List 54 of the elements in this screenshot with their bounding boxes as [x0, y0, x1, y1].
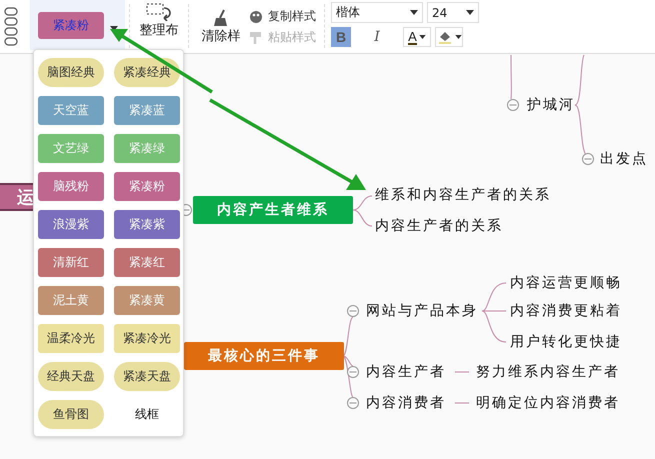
topic-text[interactable]: 用户转化更快捷: [510, 332, 622, 352]
font-size-value: 24: [432, 6, 448, 20]
collapse-icon[interactable]: [347, 305, 359, 317]
font-color-button[interactable]: A: [403, 27, 431, 47]
topic-text[interactable]: 护城河: [527, 95, 575, 115]
theme-option[interactable]: 脑残粉: [38, 172, 104, 201]
copy-style-button[interactable]: 复制样式: [268, 8, 316, 25]
connector-line: [510, 54, 512, 100]
theme-option[interactable]: 紧凑红: [114, 248, 180, 277]
theme-option[interactable]: 温柔冷光: [38, 324, 104, 353]
font-size-select[interactable]: 24: [427, 2, 479, 23]
theme-option[interactable]: 浪漫紫: [38, 210, 104, 239]
topic-text[interactable]: 内容消费者: [366, 393, 446, 413]
fill-color-button[interactable]: [435, 27, 463, 47]
italic-button[interactable]: I: [367, 27, 387, 47]
collapse-icon[interactable]: [582, 153, 594, 165]
topic-text[interactable]: 内容运营更顺畅: [510, 273, 622, 293]
arrange-icon[interactable]: [146, 3, 172, 21]
topic-text[interactable]: 努力维系内容生产者: [476, 362, 620, 382]
connector-line: [352, 196, 372, 226]
theme-option[interactable]: 紧凑紫: [114, 210, 180, 239]
theme-option[interactable]: 紧凑粉: [114, 172, 180, 201]
theme-option[interactable]: 紧凑冷光: [114, 324, 180, 353]
theme-option[interactable]: 紧凑经典: [114, 58, 180, 87]
caret-icon[interactable]: [418, 35, 426, 39]
topic-text[interactable]: 内容生产者: [366, 362, 446, 382]
palette-icon[interactable]: [249, 10, 263, 24]
topic-text[interactable]: 网站与产品本身: [366, 301, 478, 321]
topic-text[interactable]: 维系和内容生产者的关系: [375, 185, 551, 205]
caret-icon[interactable]: [454, 35, 462, 39]
broom-icon[interactable]: [212, 9, 230, 27]
clear-style-button[interactable]: 清除样: [202, 27, 240, 45]
arrange-button[interactable]: 整理布: [140, 21, 178, 39]
collapse-icon[interactable]: [507, 99, 519, 111]
topic-text[interactable]: 内容消费更粘着: [510, 301, 622, 321]
theme-option[interactable]: 经典天盘: [38, 362, 104, 391]
outline-icon[interactable]: [4, 7, 18, 47]
caret-icon[interactable]: [466, 10, 474, 15]
connector-line: [482, 282, 506, 342]
topic-text[interactable]: 明确定位内容消费者: [476, 393, 620, 413]
theme-option[interactable]: 清新红: [38, 248, 104, 277]
topic-text[interactable]: 内容生产者的关系: [375, 216, 503, 236]
caret-icon[interactable]: [410, 10, 418, 15]
theme-option[interactable]: 线框: [114, 400, 180, 429]
topic-text[interactable]: 出发点: [600, 149, 648, 169]
font-value: 楷体: [336, 4, 360, 21]
collapse-icon[interactable]: [347, 366, 359, 378]
paint-bucket-icon[interactable]: [436, 29, 452, 45]
theme-option[interactable]: 鱼骨图: [38, 400, 104, 429]
connector-line: [454, 372, 470, 404]
theme-option[interactable]: 脑图经典: [38, 58, 104, 87]
font-select[interactable]: 楷体: [331, 2, 423, 23]
collapse-icon[interactable]: [347, 397, 359, 409]
theme-option[interactable]: 紧凑天盘: [114, 362, 180, 391]
